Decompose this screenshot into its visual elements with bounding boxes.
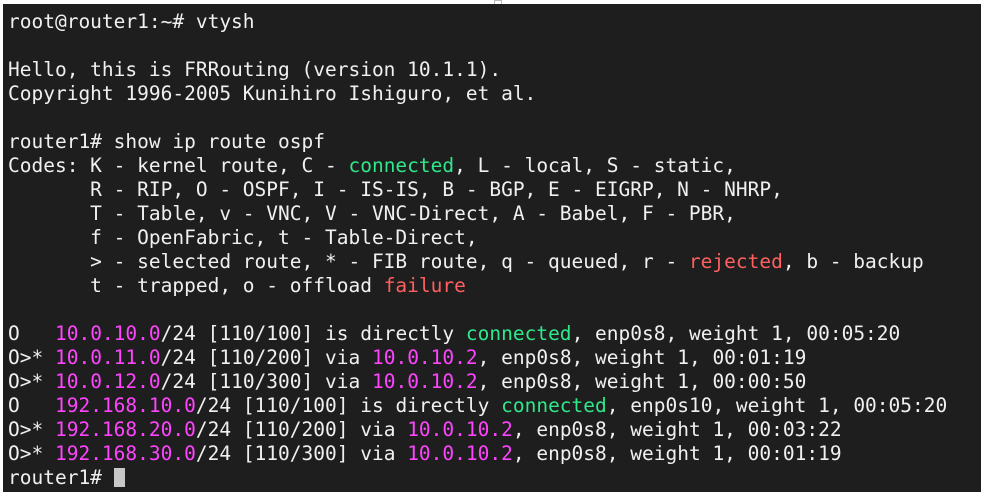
- shell-command-line: root@router1:~# vtysh: [8, 10, 255, 33]
- route-network: 192.168.20.0: [54, 418, 196, 441]
- route-code: O: [8, 394, 55, 417]
- route-code: O>*: [8, 346, 55, 369]
- route-detail: /24 [110/200] via: [160, 346, 372, 369]
- route-network: 10.0.12.0: [54, 370, 161, 393]
- route-code: O>*: [8, 370, 55, 393]
- route-network: 10.0.10.0: [54, 322, 161, 345]
- terminal-window[interactable]: root@router1:~# vtysh Hello, this is FRR…: [3, 4, 981, 492]
- route-line: O>* 192.168.20.0/24 [110/200] via 10.0.1…: [8, 418, 947, 442]
- codes-line: f - OpenFabric, t - Table-Direct,: [8, 226, 478, 249]
- route-nexthop: 10.0.10.2: [407, 418, 513, 441]
- route-line: O>* 192.168.30.0/24 [110/300] via 10.0.1…: [8, 442, 947, 466]
- route-detail: /24 [110/300] via: [160, 370, 372, 393]
- route-nexthop: 10.0.10.2: [371, 370, 478, 393]
- route-detail: /24 [110/200] via: [195, 418, 408, 441]
- route-line: O>* 10.0.11.0/24 [110/200] via 10.0.10.2…: [8, 346, 947, 370]
- route-detail: /24 [110/100] is directly: [160, 322, 466, 345]
- route-line: O 10.0.10.0/24 [110/100] is directly con…: [8, 322, 947, 346]
- route-code: O>*: [8, 418, 55, 441]
- copyright-line: Copyright 1996-2005 Kunihiro Ishiguro, e…: [8, 82, 537, 105]
- codes-text: t - trapped, o - offload: [8, 274, 384, 297]
- route-network: 192.168.30.0: [54, 442, 196, 465]
- codes-text: > - selected route, * - FIB route, q - q…: [8, 250, 689, 273]
- codes-line: T - Table, v - VNC, V - VNC-Direct, A - …: [8, 202, 736, 225]
- codes-line: > - selected route, * - FIB route, q - q…: [8, 250, 947, 274]
- route-tail: , enp0s8, weight 1, 00:01:19: [512, 442, 842, 465]
- prompt-line[interactable]: router1#: [8, 466, 947, 490]
- route-tail: , enp0s10, weight 1, 00:05:20: [606, 394, 948, 417]
- route-code: O>*: [8, 442, 55, 465]
- route-code: O: [8, 322, 55, 345]
- route-line: O>* 10.0.12.0/24 [110/300] via 10.0.10.2…: [8, 370, 947, 394]
- route-network: 192.168.10.0: [54, 394, 196, 417]
- route-nexthop: 10.0.10.2: [407, 442, 513, 465]
- connected-word: connected: [348, 154, 455, 177]
- connected-word: connected: [465, 322, 572, 345]
- codes-line: Codes: K - kernel route, C - connected, …: [8, 154, 947, 178]
- route-nexthop: 10.0.10.2: [371, 346, 478, 369]
- route-tail: , enp0s8, weight 1, 00:05:20: [571, 322, 901, 345]
- hello-line: Hello, this is FRRouting (version 10.1.1…: [8, 58, 502, 81]
- route-detail: /24 [110/300] via: [195, 442, 408, 465]
- route-line: O 192.168.10.0/24 [110/100] is directly …: [8, 394, 947, 418]
- rejected-word: rejected: [688, 250, 783, 273]
- route-tail: , enp0s8, weight 1, 00:01:19: [477, 346, 807, 369]
- prompt-text: router1#: [8, 466, 114, 489]
- codes-line: t - trapped, o - offload failure: [8, 274, 947, 298]
- route-tail: , enp0s8, weight 1, 00:00:50: [477, 370, 807, 393]
- show-command-line: router1# show ip route ospf: [8, 130, 325, 153]
- codes-text: , L - local, S - static,: [454, 154, 736, 177]
- route-network: 10.0.11.0: [54, 346, 161, 369]
- route-tail: , enp0s8, weight 1, 00:03:22: [512, 418, 842, 441]
- terminal-output: root@router1:~# vtysh Hello, this is FRR…: [8, 10, 947, 490]
- codes-line: R - RIP, O - OSPF, I - IS-IS, B - BGP, E…: [8, 178, 783, 201]
- codes-text: , b - backup: [782, 250, 924, 273]
- codes-text: Codes: K - kernel route, C -: [8, 154, 349, 177]
- connected-word: connected: [501, 394, 607, 417]
- route-detail: /24 [110/100] is directly: [195, 394, 502, 417]
- failure-word: failure: [383, 274, 466, 297]
- cursor-block[interactable]: [113, 468, 125, 487]
